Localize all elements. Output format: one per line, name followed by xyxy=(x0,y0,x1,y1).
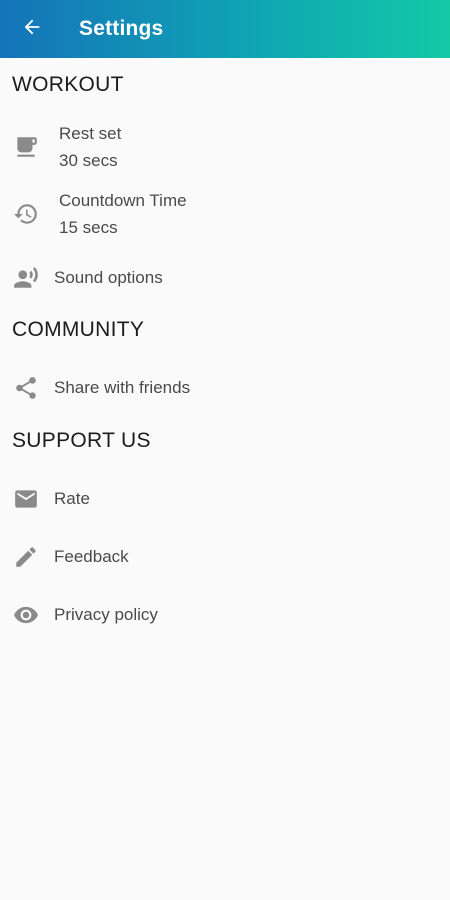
section-header-community: COMMUNITY xyxy=(12,318,145,341)
feedback-label: Feedback xyxy=(54,547,129,566)
privacy-policy-label: Privacy policy xyxy=(54,605,158,624)
settings-item-rate[interactable]: Rate xyxy=(0,485,450,513)
pencil-icon xyxy=(13,544,39,570)
settings-item-rest-set[interactable]: Rest set 30 secs xyxy=(0,120,450,174)
eye-icon xyxy=(13,602,39,628)
settings-item-feedback[interactable]: Feedback xyxy=(0,543,450,571)
history-icon xyxy=(13,201,39,227)
sound-options-label: Sound options xyxy=(54,268,163,287)
settings-item-countdown[interactable]: Countdown Time 15 secs xyxy=(0,187,450,241)
rest-set-value: 30 secs xyxy=(59,151,118,170)
back-button[interactable] xyxy=(0,0,64,58)
app-bar: Settings xyxy=(0,0,450,58)
section-header-workout: WORKOUT xyxy=(12,73,124,96)
page-title: Settings xyxy=(79,17,164,40)
settings-item-privacy[interactable]: Privacy policy xyxy=(0,601,450,629)
coffee-cup-icon xyxy=(13,134,39,160)
mail-icon xyxy=(13,486,39,512)
settings-item-sound[interactable]: Sound options xyxy=(0,264,450,292)
rest-set-label: Rest set xyxy=(59,124,122,143)
record-voice-icon xyxy=(13,265,39,291)
arrow-back-icon xyxy=(21,16,43,43)
share-label: Share with friends xyxy=(54,378,191,397)
settings-item-share[interactable]: Share with friends xyxy=(0,374,450,402)
share-icon xyxy=(13,375,39,401)
section-header-support: SUPPORT US xyxy=(12,429,151,452)
countdown-label: Countdown Time xyxy=(59,191,187,210)
rate-label: Rate xyxy=(54,489,90,508)
countdown-value: 15 secs xyxy=(59,218,118,237)
